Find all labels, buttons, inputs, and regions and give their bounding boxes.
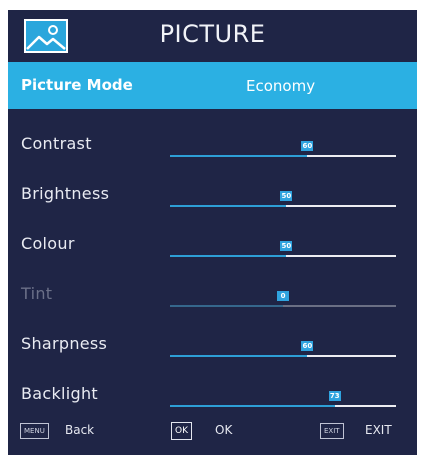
ok-key-badge: OK (171, 422, 192, 440)
brightness-slider[interactable]: 50 (170, 191, 396, 212)
slider-fill (170, 205, 287, 207)
slider-thumb[interactable]: 60 (301, 141, 314, 151)
colour-label: Colour (21, 234, 75, 253)
ok-hint-label: OK (215, 423, 233, 437)
slider-thumb[interactable]: 50 (280, 191, 293, 201)
sharpness-slider[interactable]: 60 (170, 341, 396, 362)
picture-mode-value[interactable]: Economy (246, 77, 315, 95)
brightness-label: Brightness (21, 184, 110, 203)
sharpness-label: Sharpness (21, 334, 108, 353)
page-title: PICTURE (159, 20, 266, 48)
menu-header: PICTURE (8, 10, 417, 62)
setting-row-contrast[interactable]: Contrast 60 (8, 124, 417, 174)
tint-slider: 0 (170, 291, 396, 312)
setting-row-sharpness[interactable]: Sharpness 60 (8, 324, 417, 374)
exit-key-badge: EXIT (320, 423, 344, 439)
menu-key-badge: MENU (20, 423, 49, 439)
slider-fill (170, 305, 283, 307)
picture-mode-row[interactable]: Picture Mode Economy (8, 62, 417, 109)
slider-thumb[interactable]: 73 (328, 391, 341, 401)
contrast-slider[interactable]: 60 (170, 141, 396, 162)
backlight-label: Backlight (21, 384, 99, 403)
colour-slider[interactable]: 50 (170, 241, 396, 262)
setting-row-backlight[interactable]: Backlight 73 (8, 374, 417, 424)
back-hint-label: Back (65, 423, 95, 437)
slider-fill (170, 355, 308, 357)
slider-fill (170, 155, 308, 157)
setting-row-tint: Tint 0 (8, 274, 417, 324)
backlight-slider[interactable]: 73 (170, 391, 396, 412)
contrast-label: Contrast (21, 134, 92, 153)
exit-hint-label: EXIT (365, 423, 392, 437)
picture-mode-label: Picture Mode (21, 76, 133, 94)
tint-label: Tint (21, 284, 53, 303)
picture-menu-panel: PICTURE Picture Mode Economy Contrast 60… (8, 10, 417, 455)
slider-fill (170, 405, 335, 407)
slider-thumb[interactable]: 50 (280, 241, 293, 251)
slider-thumb: 0 (277, 291, 289, 301)
setting-row-colour[interactable]: Colour 50 (8, 224, 417, 274)
setting-row-brightness[interactable]: Brightness 50 (8, 174, 417, 224)
slider-fill (170, 255, 287, 257)
key-hint-footer: MENU Back OK OK EXIT EXIT (8, 418, 417, 446)
slider-thumb[interactable]: 60 (301, 341, 314, 351)
